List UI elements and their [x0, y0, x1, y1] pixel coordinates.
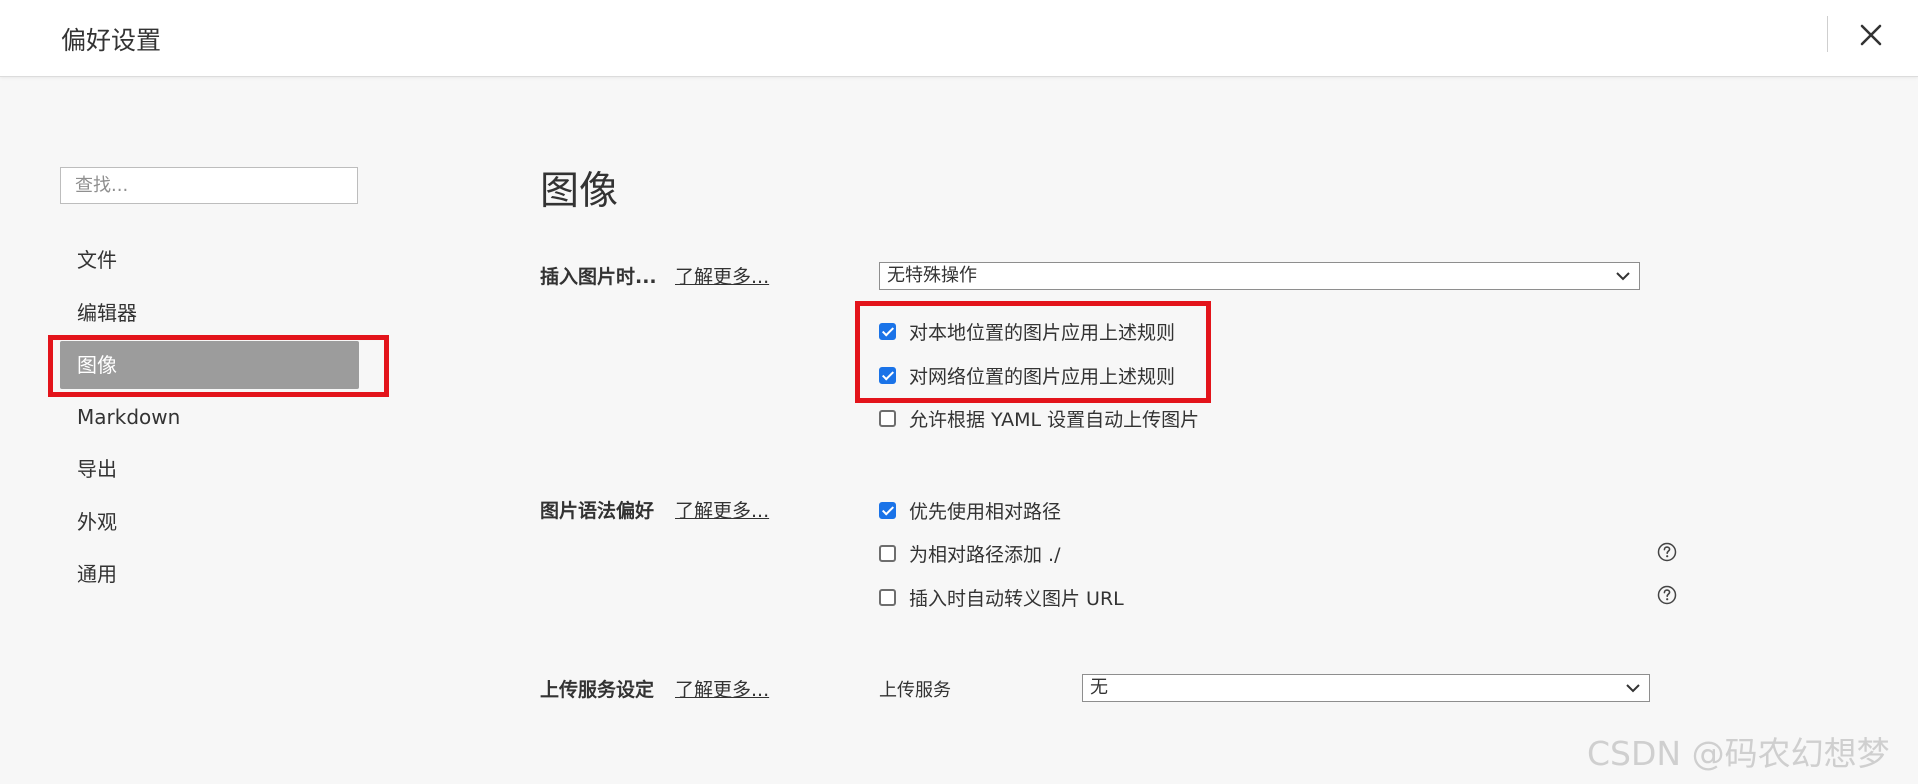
chevron-down-icon	[1626, 684, 1640, 693]
checkbox-escape-url[interactable]: 插入时自动转义图片 URL	[879, 583, 1124, 611]
sidebar-item-image[interactable]: 图像	[60, 341, 359, 389]
close-icon[interactable]	[1854, 18, 1888, 52]
upload-settings-label: 上传服务设定	[540, 679, 655, 701]
learn-more-link-syntax[interactable]: 了解更多...	[675, 496, 769, 523]
checkbox-label: 优先使用相对路径	[909, 500, 1062, 523]
title-divider	[1827, 16, 1828, 52]
sidebar-item-appearance[interactable]: 外观	[60, 498, 359, 546]
checkbox-apply-network[interactable]: 对网络位置的图片应用上述规则	[879, 361, 1175, 389]
checkbox-yaml-upload[interactable]: 允许根据 YAML 设置自动上传图片	[879, 404, 1199, 432]
checkbox-label: 插入时自动转义图片 URL	[909, 587, 1124, 610]
sidebar-item-editor[interactable]: 编辑器	[60, 289, 359, 337]
window-title: 偏好设置	[61, 26, 162, 55]
syntax-pref-label: 图片语法偏好	[540, 500, 655, 522]
checkbox-box[interactable]	[879, 501, 896, 519]
search-input[interactable]	[60, 167, 358, 204]
sidebar-item-file[interactable]: 文件	[60, 236, 359, 284]
page-title: 图像	[540, 169, 619, 214]
insert-image-label: 插入图片时...	[540, 266, 657, 288]
checkbox-box[interactable]	[879, 544, 896, 562]
title-bar: 偏好设置	[0, 0, 1918, 77]
insert-image-select[interactable]: 无特殊操作	[879, 262, 1640, 290]
checkbox-box[interactable]	[879, 366, 896, 384]
chevron-down-icon	[1616, 272, 1630, 281]
upload-service-label: 上传服务	[879, 680, 951, 701]
checkbox-apply-local[interactable]: 对本地位置的图片应用上述规则	[879, 317, 1175, 345]
checkbox-label: 为相对路径添加 ./	[909, 543, 1061, 566]
upload-service-select[interactable]: 无	[1082, 674, 1650, 702]
checkbox-box[interactable]	[879, 322, 896, 340]
sidebar-item-markdown[interactable]: Markdown	[60, 393, 359, 441]
learn-more-link-insert[interactable]: 了解更多...	[675, 262, 769, 289]
help-icon[interactable]	[1657, 585, 1677, 605]
checkbox-label: 对本地位置的图片应用上述规则	[909, 321, 1176, 344]
checkbox-label: 允许根据 YAML 设置自动上传图片	[909, 408, 1200, 431]
insert-image-select-value: 无特殊操作	[887, 265, 977, 286]
upload-service-select-value: 无	[1090, 677, 1108, 698]
checkbox-label: 对网络位置的图片应用上述规则	[909, 365, 1176, 388]
sidebar-item-export[interactable]: 导出	[60, 445, 359, 493]
watermark: CSDN @码农幻想梦	[1587, 734, 1890, 773]
checkbox-box[interactable]	[879, 588, 896, 606]
checkbox-box[interactable]	[879, 409, 896, 427]
learn-more-link-upload[interactable]: 了解更多...	[675, 675, 769, 702]
checkbox-prefer-relative[interactable]: 优先使用相对路径	[879, 496, 1061, 524]
sidebar-item-general[interactable]: 通用	[60, 550, 359, 598]
help-icon[interactable]	[1657, 542, 1677, 562]
checkbox-add-dot-slash[interactable]: 为相对路径添加 ./	[879, 539, 1060, 567]
